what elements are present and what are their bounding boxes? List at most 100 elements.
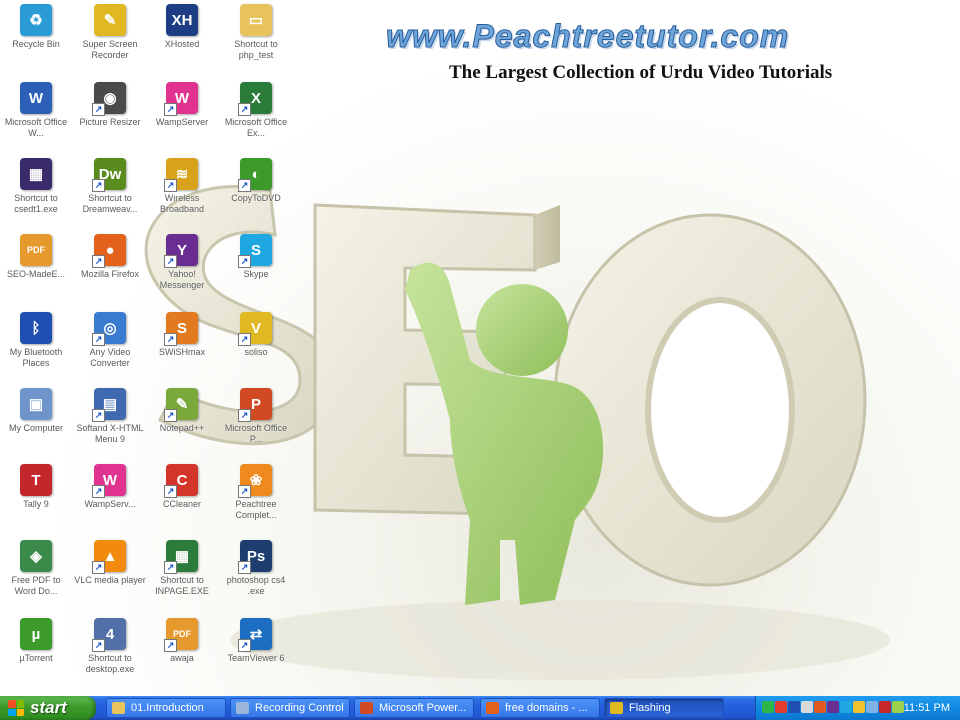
desktop-icon-label: My Computer	[8, 423, 63, 433]
desktop-icon-label: WampServer	[155, 117, 209, 127]
shortcut-arrow-icon: ↗	[164, 639, 177, 652]
start-button[interactable]: start	[0, 696, 96, 720]
desktop-icon-label: soliso	[244, 347, 268, 357]
desktop-icon[interactable]: ● ↗ Mozilla Firefox	[74, 234, 146, 280]
pdf-to-word-icon: ◈	[20, 540, 52, 572]
wifi-icon[interactable]	[892, 701, 904, 713]
taskbar-button-label: Flashing	[629, 702, 671, 714]
html-menu-icon: ▤ ↗	[92, 388, 126, 422]
desktop-wallpaper: www.Peachtreetutor.com The Largest Colle…	[0, 0, 960, 696]
messenger-icon[interactable]	[827, 701, 839, 713]
desktop-icon-label: SEO-MadeE...	[6, 269, 66, 279]
desktop-icon-label: Tally 9	[23, 499, 49, 509]
desktop-icon[interactable]: 4 ↗ Shortcut to desktop.exe	[74, 618, 146, 675]
wampserver-icon: W ↗	[164, 82, 198, 116]
desktop-icon-label: Shortcut to php_test	[234, 39, 278, 60]
shortcut-arrow-icon: ↗	[92, 485, 105, 498]
network-icon[interactable]	[762, 701, 774, 713]
firefox-icon	[486, 702, 499, 714]
desktop-icon[interactable]: ◎ ↗ Any Video Converter	[74, 312, 146, 369]
bluetooth-icon[interactable]	[788, 701, 800, 713]
shortcut-arrow-icon: ↗	[238, 103, 251, 116]
desktop-icon[interactable]: ✎ ↗ Notepad++	[146, 388, 218, 434]
desktop-icon[interactable]: X ↗ Microsoft Office Ex...	[220, 82, 292, 139]
exe-icon: ▦	[20, 158, 52, 190]
swish-icon: S ↗	[164, 312, 198, 346]
security-icon[interactable]	[879, 701, 891, 713]
desktop-icon[interactable]: ◈ Free PDF to Word Do...	[0, 540, 72, 597]
tally-icon: T	[20, 464, 52, 496]
taskbar-button-label: Microsoft Power...	[379, 702, 467, 714]
screen-recorder-icon: ✎	[94, 4, 126, 36]
shield-icon[interactable]	[775, 701, 787, 713]
desktop-icon[interactable]: C ↗ CCleaner	[146, 464, 218, 510]
shortcut-arrow-icon: ↗	[238, 179, 251, 192]
desktop-icon[interactable]: ▣ My Computer	[0, 388, 72, 434]
desktop-icon[interactable]: Ps ↗ photoshop cs4 .exe	[220, 540, 292, 597]
vlc-icon: ▲ ↗	[92, 540, 126, 574]
desktop-icon[interactable]: ᛒ My Bluetooth Places	[0, 312, 72, 369]
desktop-icon[interactable]: ⇄ ↗ TeamViewer 6	[220, 618, 292, 664]
desktop-icon[interactable]: ▲ ↗ VLC media player	[74, 540, 146, 586]
taskbar-button[interactable]: Recording Control	[230, 698, 350, 718]
desktop-icon-label: XHosted	[164, 39, 200, 49]
monitor-icon[interactable]	[866, 701, 878, 713]
desktop-icon-label: Notepad++	[159, 423, 205, 433]
desktop-icon[interactable]: P ↗ Microsoft Office P...	[220, 388, 292, 445]
shortcut-arrow-icon: ↗	[164, 561, 177, 574]
update-icon[interactable]	[853, 701, 865, 713]
desktop-icon[interactable]: T Tally 9	[0, 464, 72, 510]
taskbar-button[interactable]: 01.Introduction	[106, 698, 226, 718]
desktop-icon[interactable]: XH XHosted	[146, 4, 218, 50]
desktop-icon-label: Softand X-HTML Menu 9	[76, 423, 144, 444]
copytodvd-icon: ◐ ↗	[238, 158, 272, 192]
camera-icon: ◉ ↗	[92, 82, 126, 116]
desktop-icon[interactable]: S ↗ Skype	[220, 234, 292, 280]
shortcut-arrow-icon: ↗	[92, 255, 105, 268]
shortcut-arrow-icon: ↗	[92, 179, 105, 192]
desktop-icon-label: Yahoo! Messenger	[159, 269, 205, 290]
pdf-icon: PDF ↗	[164, 618, 198, 652]
desktop-icon[interactable]: µ µTorrent	[0, 618, 72, 664]
photoshop-icon: Ps ↗	[238, 540, 272, 574]
desktop-icon[interactable]: ▭ Shortcut to php_test	[220, 4, 292, 61]
desktop-icon[interactable]: PDF ↗ awaja	[146, 618, 218, 664]
desktop-icon[interactable]: ≋ ↗ Wireless Broadband	[146, 158, 218, 215]
antivirus-icon[interactable]	[814, 701, 826, 713]
firefox-icon: ● ↗	[92, 234, 126, 268]
desktop-icon[interactable]: ✎ Super Screen Recorder	[74, 4, 146, 61]
desktop-icon-label: µTorrent	[19, 653, 53, 663]
taskbar-button[interactable]: free domains - ...	[480, 698, 600, 718]
skype-icon[interactable]	[840, 701, 852, 713]
desktop-icon[interactable]: ▦ Shortcut to csedt1.exe	[0, 158, 72, 215]
desktop-icon[interactable]: PDF SEO-MadeE...	[0, 234, 72, 280]
desktop-icon[interactable]: ▦ ↗ Shortcut to INPAGE.EXE	[146, 540, 218, 597]
desktop-icon[interactable]: ◐ ↗ CopyToDVD	[220, 158, 292, 204]
clock[interactable]: 11:51 PM	[904, 696, 950, 720]
desktop-icon[interactable]: W ↗ WampServ...	[74, 464, 146, 510]
taskbar-button[interactable]: Flashing	[604, 698, 724, 718]
shortcut-arrow-icon: ↗	[238, 409, 251, 422]
desktop-icon-label: Microsoft Office W...	[4, 117, 68, 138]
flash-icon	[610, 702, 623, 714]
powerpoint-icon	[360, 702, 373, 714]
desktop-icon-label: Shortcut to INPAGE.EXE	[155, 575, 209, 596]
folder-icon: ▭	[240, 4, 272, 36]
volume-icon[interactable]	[801, 701, 813, 713]
system-tray: 11:51 PM	[755, 696, 960, 720]
desktop-icon[interactable]: ♻ Recycle Bin	[0, 4, 72, 50]
taskbar-button[interactable]: Microsoft Power...	[354, 698, 474, 718]
taskbar-button-label: free domains - ...	[505, 702, 588, 714]
desktop-icon[interactable]: S ↗ SWiSHmax	[146, 312, 218, 358]
desktop-icon[interactable]: ▤ ↗ Softand X-HTML Menu 9	[74, 388, 146, 445]
desktop-icon[interactable]: W Microsoft Office W...	[0, 82, 72, 139]
excel-icon: X ↗	[238, 82, 272, 116]
banner-url: www.Peachtreetutor.com	[385, 18, 790, 55]
wireless-icon: ≋ ↗	[164, 158, 198, 192]
desktop-icon[interactable]: ◉ ↗ Picture Resizer	[74, 82, 146, 128]
desktop-icon[interactable]: Y ↗ Yahoo! Messenger	[146, 234, 218, 291]
desktop-icon[interactable]: ❀ ↗ Peachtree Complet...	[220, 464, 292, 521]
desktop-icon[interactable]: V ↗ soliso	[220, 312, 292, 358]
desktop-icon[interactable]: Dw ↗ Shortcut to Dreamweav...	[74, 158, 146, 215]
desktop-icon[interactable]: W ↗ WampServer	[146, 82, 218, 128]
